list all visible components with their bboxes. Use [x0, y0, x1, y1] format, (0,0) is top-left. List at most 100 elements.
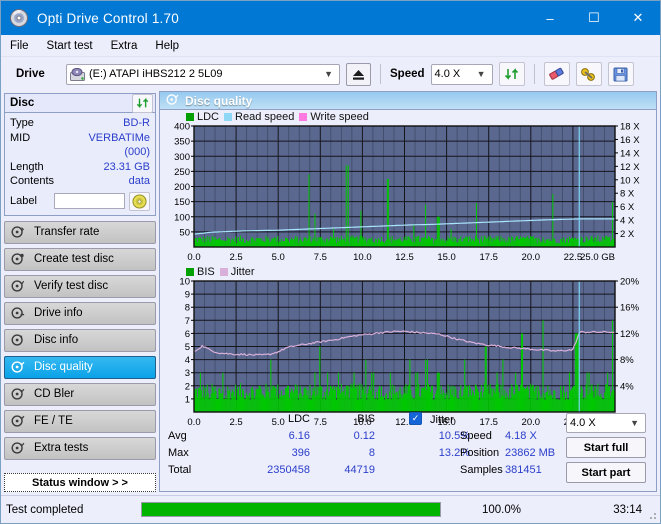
- stats-max-bis: 8: [368, 447, 375, 459]
- chevron-down-icon: ▼: [476, 69, 486, 79]
- sidebar-nav: Transfer rate Create test disc Verify te…: [4, 220, 156, 460]
- panel-title: Disc quality: [185, 93, 253, 108]
- disc-extra-icon: [11, 441, 25, 455]
- disc-refresh-button[interactable]: [132, 93, 153, 113]
- legend-swatch: [219, 268, 228, 276]
- disc-quality-icon: [11, 360, 25, 374]
- resize-grip[interactable]: [647, 510, 657, 520]
- refresh-icon: [136, 97, 148, 109]
- tools-icon: [581, 67, 595, 81]
- svg-text:20.0: 20.0: [522, 252, 541, 263]
- stats-avg-ldc: 6.16: [288, 430, 310, 442]
- maximize-button[interactable]: ☐: [572, 1, 616, 35]
- disc-burn-icon: [11, 252, 25, 266]
- disc-info-icon: [11, 306, 25, 320]
- test-speed-select[interactable]: 4.0 X ▼: [566, 413, 646, 433]
- disc-label-input[interactable]: [54, 193, 125, 209]
- svg-text:150: 150: [174, 197, 190, 208]
- speed-value: 4.0 X: [434, 68, 461, 80]
- sidebar-item-verify-test-disc[interactable]: Verify test disc: [4, 274, 156, 298]
- disc-value: BD-R: [123, 117, 150, 129]
- disc-value: VERBATIMe (000): [88, 131, 150, 159]
- jitter-checkbox[interactable]: ✓: [409, 412, 422, 425]
- refresh-icon: [504, 68, 518, 80]
- disc-panel-title: Disc: [10, 97, 35, 109]
- erase-button[interactable]: [543, 62, 570, 86]
- minimize-button[interactable]: –: [528, 1, 572, 35]
- chevron-down-icon: ▼: [324, 69, 333, 79]
- start-part-button[interactable]: Start part: [566, 462, 646, 483]
- refresh-button[interactable]: [498, 62, 525, 86]
- disc-verify-icon: [11, 279, 25, 293]
- sidebar-item-label: Create test disc: [34, 253, 114, 265]
- drive-label: Drive: [16, 68, 45, 80]
- svg-text:15.0: 15.0: [437, 252, 456, 263]
- sidebar: Disc Type BD-R MID VERBATIMe (000) Lengt…: [1, 91, 159, 494]
- disc-row-length: Length 23.31 GB: [10, 160, 150, 175]
- menu-start-test[interactable]: Start test: [47, 40, 93, 52]
- svg-text:6 X: 6 X: [620, 202, 635, 213]
- progress-percent: 100.0%: [481, 503, 521, 516]
- title-bar: Opti Drive Control 1.70 – ☐ ✕: [1, 1, 660, 35]
- svg-text:7.5: 7.5: [314, 252, 327, 263]
- menu-help[interactable]: Help: [155, 40, 179, 52]
- status-bar: Test completed 100.0% 33:14: [1, 495, 660, 523]
- chevron-down-icon: ▼: [630, 418, 639, 428]
- stats-col-bis: BIS: [357, 413, 375, 425]
- svg-text:4 X: 4 X: [620, 216, 635, 227]
- cd-icon: [132, 193, 147, 209]
- sidebar-item-disc-quality[interactable]: Disc quality: [4, 355, 156, 379]
- svg-text:25.0 GB: 25.0 GB: [580, 252, 615, 263]
- svg-text:8: 8: [185, 303, 190, 314]
- disc-value: 23.31 GB: [103, 160, 150, 173]
- disc-label-button[interactable]: [129, 191, 150, 211]
- legend-swatch: [186, 268, 194, 276]
- sidebar-item-extra-tests[interactable]: Extra tests: [4, 436, 156, 460]
- start-full-button[interactable]: Start full: [566, 437, 646, 458]
- svg-text:0.0: 0.0: [187, 252, 200, 263]
- eject-icon: [353, 69, 364, 80]
- svg-text:300: 300: [174, 152, 190, 163]
- legend-swatch: [224, 113, 233, 121]
- svg-text:14 X: 14 X: [620, 148, 640, 159]
- position-value: 23862 MB: [505, 447, 556, 459]
- stats-row-max-label: Max: [168, 447, 189, 459]
- sidebar-item-cd-bler[interactable]: CD Bler: [4, 382, 156, 406]
- close-button[interactable]: ✕: [616, 1, 660, 35]
- svg-text:400: 400: [174, 122, 190, 133]
- main-body: Disc Type BD-R MID VERBATIMe (000) Lengt…: [1, 91, 660, 494]
- check-icon: ✓: [409, 412, 422, 425]
- sidebar-item-fe-te[interactable]: FE / TE: [4, 409, 156, 433]
- svg-text:7: 7: [185, 316, 190, 327]
- sidebar-item-label: CD Bler: [34, 388, 75, 400]
- status-window-button[interactable]: Status window > >: [4, 473, 156, 492]
- svg-text:3: 3: [185, 368, 190, 379]
- eject-button[interactable]: [346, 62, 371, 86]
- speed-select[interactable]: 4.0 X ▼: [430, 63, 493, 85]
- app-icon: [9, 8, 29, 28]
- disc-key: Contents: [10, 175, 55, 187]
- disc-info2-icon: [11, 333, 25, 347]
- svg-text:20%: 20%: [620, 277, 640, 288]
- svg-text:10: 10: [179, 277, 190, 288]
- tools-button[interactable]: [575, 62, 602, 86]
- disc-panel-header: Disc: [5, 93, 155, 113]
- disc-key: Type: [10, 117, 34, 129]
- svg-text:12%: 12%: [620, 329, 640, 340]
- save-button[interactable]: [607, 62, 634, 86]
- svg-text:8 X: 8 X: [620, 189, 635, 200]
- sidebar-item-disc-info[interactable]: Disc info: [4, 328, 156, 352]
- svg-text:12.5: 12.5: [395, 252, 414, 263]
- sidebar-item-transfer-rate[interactable]: Transfer rate: [4, 220, 156, 244]
- sidebar-item-drive-info[interactable]: Drive info: [4, 301, 156, 325]
- sidebar-item-label: Disc quality: [34, 361, 93, 373]
- menu-bar: File Start test Extra Help: [1, 35, 660, 57]
- drive-select[interactable]: (E:) ATAPI iHBS212 2 5L09 ▼: [66, 63, 340, 85]
- disc-panel: Disc Type BD-R MID VERBATIMe (000) Lengt…: [4, 93, 156, 216]
- menu-extra[interactable]: Extra: [111, 40, 138, 52]
- sidebar-item-label: Disc info: [34, 334, 79, 346]
- sidebar-item-create-test-disc[interactable]: Create test disc: [4, 247, 156, 271]
- content-panel: Disc quality LDC Read speed Write speed 40…: [159, 91, 657, 492]
- menu-file[interactable]: File: [10, 40, 29, 52]
- app-window: Opti Drive Control 1.70 – ☐ ✕ File Start…: [0, 0, 661, 524]
